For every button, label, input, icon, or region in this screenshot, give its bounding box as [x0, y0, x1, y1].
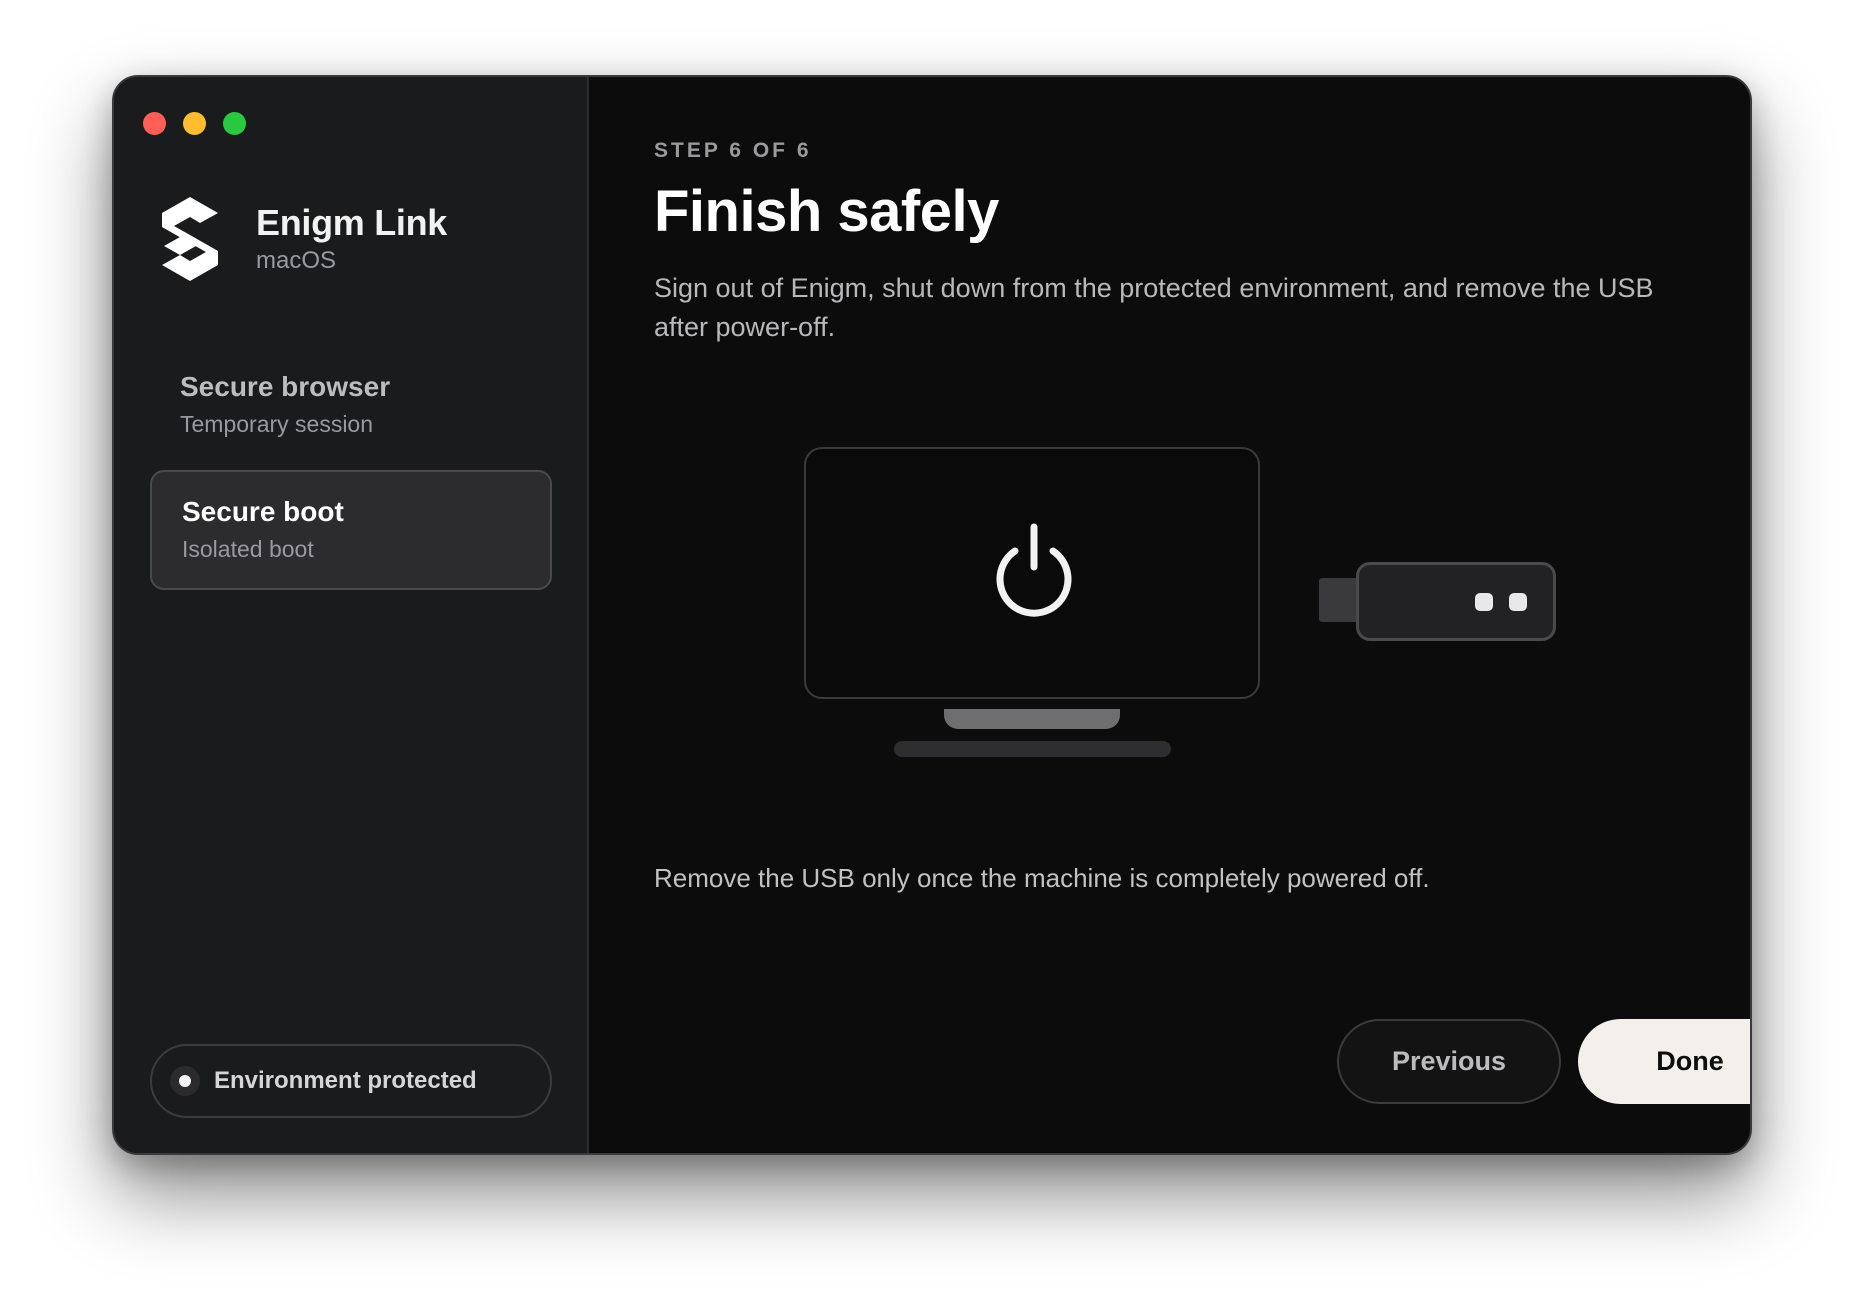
- app-platform: macOS: [256, 247, 337, 274]
- previous-button[interactable]: Previous: [1337, 1019, 1561, 1104]
- sidebar-item-sublabel: Temporary session: [180, 411, 374, 437]
- zoom-window-button[interactable]: [223, 112, 246, 135]
- shutdown-illustration: [589, 447, 1750, 777]
- brand: Enigm Link macOS: [152, 195, 447, 283]
- page-title: Finish safely: [654, 179, 999, 244]
- main-content: STEP 6 OF 6 Finish safely Sign out of En…: [589, 77, 1750, 1153]
- power-icon: [996, 523, 1072, 617]
- monitor-base: [894, 741, 1171, 757]
- window-controls: [143, 112, 246, 135]
- app-name: Enigm Link: [256, 202, 448, 243]
- usb-led: [1475, 593, 1493, 611]
- usb-drive-icon: [1356, 562, 1556, 641]
- monitor-icon: [804, 447, 1260, 699]
- environment-status-label: Environment protected: [214, 1067, 477, 1094]
- usb-led: [1509, 593, 1527, 611]
- status-dot-icon: [170, 1066, 200, 1096]
- sidebar-item-label: Secure boot: [182, 496, 344, 527]
- environment-status-badge: Environment protected: [150, 1044, 552, 1118]
- minimize-window-button[interactable]: [183, 112, 206, 135]
- enigm-logo-icon: [162, 197, 218, 281]
- app-window: Enigm Link macOS Secure browser Temporar…: [112, 75, 1752, 1155]
- sidebar-item-sublabel: Isolated boot: [182, 536, 314, 562]
- step-indicator: STEP 6 OF 6: [654, 139, 812, 162]
- sidebar-item-label: Secure browser: [180, 371, 391, 402]
- sidebar-item-secure-boot[interactable]: Secure boot Isolated boot: [150, 470, 552, 590]
- sidebar-item-secure-browser[interactable]: Secure browser Temporary session: [150, 347, 552, 467]
- removal-note: Remove the USB only once the machine is …: [654, 863, 1430, 893]
- usb-connector: [1319, 578, 1359, 622]
- page-description: Sign out of Enigm, shut down from the pr…: [654, 273, 1654, 342]
- close-window-button[interactable]: [143, 112, 166, 135]
- done-button[interactable]: Done: [1578, 1019, 1750, 1104]
- monitor-stand: [944, 709, 1120, 729]
- sidebar: Enigm Link macOS Secure browser Temporar…: [114, 77, 589, 1153]
